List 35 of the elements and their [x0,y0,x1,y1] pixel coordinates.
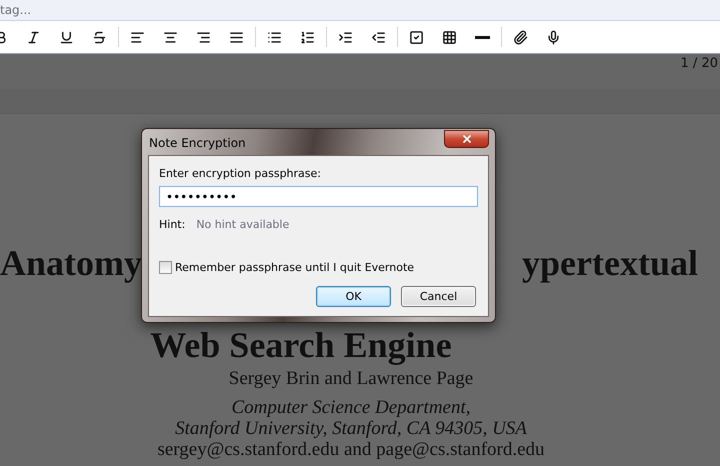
align-right-icon [196,30,211,44]
hint-text: No hint available [196,218,290,231]
remember-checkbox[interactable] [159,261,172,274]
document-emails: sergey@cs.stanford.edu and page@cs.stanford.edu [156,439,546,460]
close-button[interactable] [444,130,489,148]
document-authors: Sergey Brin and Lawrence Page [228,368,474,390]
bulleted-list-icon [267,30,282,44]
document-title: Anatomy [0,242,142,284]
page-counter: 1 / 20 [680,56,718,71]
underline-icon [59,30,74,44]
table-icon [442,30,457,44]
paperclip-icon [513,30,528,44]
remember-label: Remember passphrase until I quit Evernote [175,261,414,274]
dialog-button[interactable]: OK [316,286,391,307]
document-title: ypertextual [522,242,698,284]
document-affiliation: Stanford University, Stanford, CA 94305, USA [175,418,528,439]
italic-icon [26,30,41,44]
align-justify-icon [229,30,244,44]
strikethrough-icon [92,30,107,44]
hint-label: Hint: [159,218,186,231]
dialog-button[interactable]: Cancel [401,286,476,307]
microphone-icon [546,30,561,44]
passphrase-label: Enter encryption passphrase: [159,167,322,180]
numbered-list-icon [300,30,315,44]
indent-icon [338,30,353,44]
align-left-icon [130,30,145,44]
document-title: Web Search Engine [150,326,452,364]
checkbox-icon [409,30,424,44]
outdent-icon [371,30,386,44]
passphrase-field[interactable]: •••••••••• [159,186,478,207]
tag-input-field[interactable]: tag... [0,1,200,19]
dialog-title: Note Encryption [149,136,246,150]
document-affiliation: Computer Science Department, [231,397,472,418]
close-icon [460,132,472,144]
align-center-icon [163,30,178,44]
